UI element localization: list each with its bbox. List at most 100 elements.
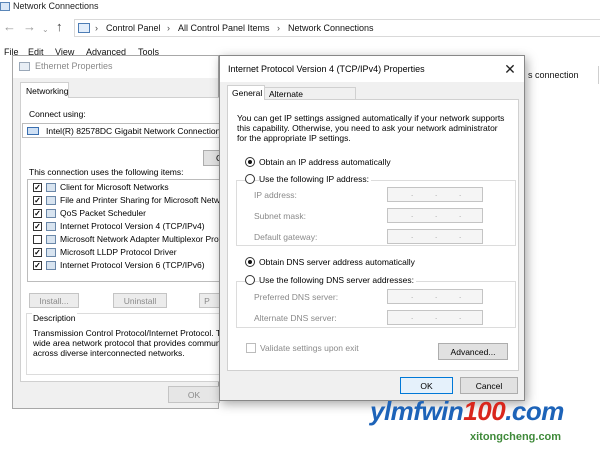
tab-label: General [232,88,263,98]
network-adapter-icon [19,62,30,71]
network-protocol-icon [46,222,56,231]
description-group: Description Transmission Control Protoco… [26,313,230,375]
items-list[interactable]: ✓ Client for Microsoft Networks ✓ File and… [27,179,220,282]
validate-checkbox[interactable] [246,343,256,353]
uninstall-label: Uninstall [123,296,157,306]
alternate-dns-label: Alternate DNS server: [254,313,337,323]
ip-address-group: IP address: ... Subnet mask: ... Default… [236,180,516,246]
list-item[interactable]: ✓ File and Printer Sharing for Microsoft … [28,194,220,207]
dns-manual-label: Use the following DNS server addresses: [259,275,416,285]
description-title: Description [32,313,77,323]
address-input[interactable]: › Control Panel › All Control Panel Item… [74,19,600,37]
general-panel: You can get IP settings assigned automat… [227,99,519,371]
ip-manual-radio[interactable] [245,174,255,184]
ip-manual-label: Use the following IP address: [259,174,371,184]
default-gateway-field[interactable]: ... [387,229,483,244]
up-arrow-icon[interactable]: ↑ [56,19,63,35]
breadcrumb-separator-icon: › [95,23,98,33]
item-label: QoS Packet Scheduler [60,208,146,218]
adapter-name: Intel(R) 82578DC Gigabit Network Connect… [46,126,220,136]
dialog-title-bar: Ethernet Properties [13,56,218,78]
item-checkbox[interactable]: ✓ [33,222,42,231]
properties-button[interactable]: P [199,293,221,308]
dns-auto-label: Obtain DNS server address automatically [259,257,415,267]
list-item[interactable]: ✓ Microsoft LLDP Protocol Driver [28,246,219,259]
subnet-mask-field[interactable]: ... [387,208,483,223]
dns-group: Preferred DNS server: ... Alternate DNS … [236,281,516,328]
ip-auto-radio[interactable] [245,157,255,167]
subnet-mask-label: Subnet mask: [254,211,306,221]
cancel-label: Cancel [475,381,503,391]
list-item[interactable]: ✓ Client for Microsoft Networks [28,181,219,194]
connect-using-label: Connect using: [29,109,86,119]
list-item[interactable]: ✓ Internet Protocol Version 4 (TCP/IPv4) [28,220,219,233]
item-label: Internet Protocol Version 6 (TCP/IPv6) [60,260,205,270]
network-service-icon [46,196,56,205]
dialog-title-bar: Internet Protocol Version 4 (TCP/IPv4) P… [220,56,524,82]
network-protocol-icon [46,235,56,244]
item-checkbox[interactable]: ✓ [33,196,42,205]
dialog-title: Internet Protocol Version 4 (TCP/IPv4) P… [228,64,425,74]
ipv4-properties-dialog: Internet Protocol Version 4 (TCP/IPv4) P… [219,55,525,401]
network-protocol-icon [46,248,56,257]
list-item[interactable]: Microsoft Network Adapter Multiplexor Pr… [28,233,220,246]
window-title: Network Connections [13,1,99,11]
item-label: File and Printer Sharing for Microsoft N… [60,195,220,205]
item-checkbox[interactable]: ✓ [33,261,42,270]
breadcrumb-control-panel[interactable]: Control Panel [106,23,161,33]
forward-arrow-icon[interactable]: → [23,19,36,35]
properties-label: P [204,296,210,306]
back-arrow-icon[interactable]: ← [3,19,16,35]
breadcrumb-all-items[interactable]: All Control Panel Items [178,23,270,33]
watermark-subtitle: xitongcheng.com [470,431,562,443]
ip-address-label: IP address: [254,190,297,200]
preferred-dns-label: Preferred DNS server: [254,292,339,302]
close-icon[interactable]: ✕ [498,59,522,79]
list-item[interactable]: ✓ QoS Packet Scheduler [28,207,219,220]
control-panel-icon [78,23,90,33]
list-item[interactable]: ✓ Internet Protocol Version 6 (TCP/IPv6) [28,259,219,272]
dialog-title: Ethernet Properties [35,61,113,71]
items-label: This connection uses the following items… [29,167,184,177]
command-separator [598,66,599,84]
item-checkbox[interactable] [33,235,42,244]
item-label: Microsoft Network Adapter Multiplexor Pr… [60,234,220,244]
ip-address-field[interactable]: ... [387,187,483,202]
advanced-label: Advanced... [450,347,496,357]
ok-label: OK [420,381,433,391]
network-protocol-icon [46,261,56,270]
item-checkbox[interactable]: ✓ [33,183,42,192]
item-label: Internet Protocol Version 4 (TCP/IPv4) [60,221,205,231]
network-client-icon [46,183,56,192]
preferred-dns-field[interactable]: ... [387,289,483,304]
title-bar: Network Connections [0,0,600,14]
network-adapter-icon [27,127,39,135]
network-service-icon [46,209,56,218]
dns-manual-radio[interactable] [245,275,255,285]
item-checkbox[interactable]: ✓ [33,248,42,257]
ethernet-properties-dialog: Ethernet Properties Networking Connect u… [12,55,230,409]
item-checkbox[interactable]: ✓ [33,209,42,218]
validate-label: Validate settings upon exit [260,343,359,353]
tab-networking[interactable]: Networking [20,82,69,98]
intro-text: You can get IP settings assigned automat… [237,113,505,143]
ok-button[interactable]: OK [400,377,453,394]
cancel-button[interactable]: Cancel [460,377,518,394]
ip-auto-label: Obtain an IP address automatically [259,157,391,167]
dns-auto-radio[interactable] [245,257,255,267]
advanced-button[interactable]: Advanced... [438,343,508,360]
watermark-logo: ylmfwin100.com [370,396,564,426]
alternate-dns-field[interactable]: ... [387,310,483,325]
uninstall-button[interactable]: Uninstall [113,293,167,308]
item-label: Microsoft LLDP Protocol Driver [60,247,177,257]
command-bar-item[interactable]: s connection [528,70,579,80]
chevron-down-icon[interactable]: ⌄ [42,22,49,38]
breadcrumb-network-connections[interactable]: Network Connections [288,23,374,33]
install-label: Install... [39,296,69,306]
ok-button[interactable]: OK [168,386,220,403]
network-folder-icon [0,2,10,11]
tab-general[interactable]: General [227,85,265,100]
install-button[interactable]: Install... [29,293,79,308]
adapter-field: Intel(R) 82578DC Gigabit Network Connect… [22,123,220,138]
default-gateway-label: Default gateway: [254,232,318,242]
